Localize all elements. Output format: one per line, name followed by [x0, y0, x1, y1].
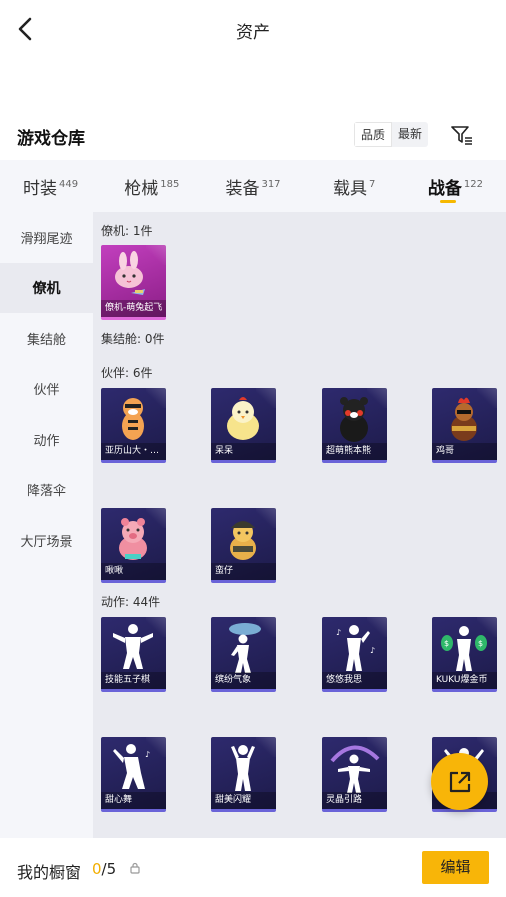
group-label-partner: 伙伴: 6件 — [101, 366, 153, 380]
tab-combat-gear[interactable]: 战备 122 — [405, 160, 506, 212]
sidebar-item-emote[interactable]: 动作 — [0, 414, 93, 465]
pig-figure-icon — [119, 518, 147, 560]
bunny-figure-icon — [115, 251, 145, 295]
filter-button[interactable] — [448, 122, 476, 148]
item-card[interactable]: 僚机-萌兔起飞 — [101, 245, 166, 320]
svg-text:$: $ — [444, 639, 449, 648]
sort-toggle: 品质 最新 — [354, 122, 429, 147]
sort-newest-button[interactable]: 最新 — [392, 122, 428, 147]
share-icon — [449, 771, 470, 792]
sidebar-item-capsule[interactable]: 集结舱 — [0, 313, 93, 364]
item-card[interactable]: 超萌熊本熊 — [322, 388, 387, 463]
sidebar-item-wingman[interactable]: 僚机 — [0, 262, 93, 313]
showcase-label: 我的橱窗 — [17, 863, 82, 882]
item-card[interactable]: 呆呆 — [211, 388, 276, 463]
svg-text:♪: ♪ — [145, 750, 150, 759]
sort-quality-button[interactable]: 品质 — [354, 122, 393, 147]
svg-text:♪: ♪ — [336, 628, 341, 637]
page-title: 资产 — [236, 23, 270, 43]
item-name: 悠悠我思 — [322, 672, 387, 689]
group-label-capsule: 集结舱: 0件 — [101, 332, 165, 346]
item-card[interactable]: 蛮仔 — [211, 508, 276, 583]
group-label-emote: 动作: 44件 — [101, 595, 161, 609]
bottom-bar: 我的橱窗 0/5 编辑 — [0, 838, 506, 897]
sidebar: 滑翔尾迹 僚机 集结舱 伙伴 动作 降落伞 大厅场景 — [0, 212, 93, 838]
group-label-wingman: 僚机: 1件 — [101, 224, 153, 238]
tab-count: 449 — [59, 179, 79, 190]
item-content: 僚机: 1件 僚机-萌兔起飞 集结舱: 0件 伙伴: 6件 亚历山大・赵... … — [93, 212, 506, 838]
edit-button[interactable]: 编辑 — [422, 851, 489, 884]
tab-count: 122 — [463, 179, 483, 190]
item-card[interactable]: 亚历山大・赵... — [101, 388, 166, 463]
item-card[interactable]: 鸡哥 — [432, 388, 497, 463]
crystal-guide-icon — [330, 745, 380, 793]
item-name: 啾啾 — [101, 563, 166, 580]
filter-icon — [451, 126, 472, 145]
item-name: 呆呆 — [211, 443, 276, 460]
showcase-count: 0/5 — [92, 860, 116, 878]
item-name: 蛮仔 — [211, 563, 276, 580]
share-button[interactable] — [431, 753, 488, 810]
active-tab-indicator — [440, 200, 457, 203]
category-tabs: 时装 449 枪械 185 装备 317 载具 7 战备 122 — [0, 160, 506, 212]
item-name: 技能五子棋 — [101, 672, 166, 689]
item-name: 僚机-萌兔起飞 — [101, 300, 166, 317]
weather-pose-icon — [229, 623, 261, 673]
section-title: 游戏仓库 — [17, 129, 85, 149]
item-name: 甜心舞 — [101, 792, 166, 809]
item-name: 灵晶引路 — [322, 792, 387, 809]
rooster-figure-icon — [451, 397, 477, 441]
thinking-pose-icon: ♪ ♪ — [336, 625, 375, 671]
svg-text:♪: ♪ — [370, 646, 375, 655]
item-card[interactable]: 技能五子棋 — [101, 617, 166, 692]
soldier-chick-figure-icon — [230, 521, 256, 560]
tab-label: 战备 — [427, 179, 462, 199]
app-screen: 资产 游戏仓库 品质 最新 时装 449 枪械 185 装备 317 载具 7 战备 12… — [0, 0, 506, 897]
item-name: 缤纷气象 — [211, 672, 276, 689]
showcase-count-current: 0 — [92, 860, 102, 878]
sweetheart-dance-icon: ♪ — [113, 744, 150, 789]
tiger-figure-icon — [122, 398, 144, 440]
section-header: 游戏仓库 品质 最新 — [0, 118, 506, 154]
sidebar-item-glide-trail[interactable]: 滑翔尾迹 — [0, 212, 93, 263]
sidebar-item-parachute[interactable]: 降落伞 — [0, 465, 93, 516]
item-name: 鸡哥 — [432, 443, 497, 460]
tab-firearms[interactable]: 枪械 185 — [101, 160, 202, 212]
sidebar-item-lobby-scene[interactable]: 大厅场景 — [0, 515, 93, 566]
tab-label: 载具 — [333, 179, 368, 199]
svg-text:$: $ — [478, 639, 483, 648]
item-card[interactable]: $ $ KUKU爆金币 — [432, 617, 497, 692]
item-card[interactable]: 甜美闪耀 — [211, 737, 276, 812]
item-name: 甜美闪耀 — [211, 792, 276, 809]
tab-fashion[interactable]: 时装 449 — [0, 160, 101, 212]
tab-count: 7 — [369, 179, 376, 190]
item-name: 亚历山大・赵... — [101, 443, 166, 460]
item-card[interactable]: 啾啾 — [101, 508, 166, 583]
item-name: KUKU爆金币 — [432, 672, 497, 689]
item-card[interactable]: ♪ 甜心舞 — [101, 737, 166, 812]
lock-icon — [130, 862, 140, 874]
dance-pose-icon — [113, 624, 153, 669]
item-card[interactable]: ♪ ♪ 悠悠我思 — [322, 617, 387, 692]
tab-label: 时装 — [23, 179, 58, 199]
item-card[interactable]: 灵晶引路 — [322, 737, 387, 812]
tab-equipment[interactable]: 装备 317 — [202, 160, 303, 212]
bear-figure-icon — [340, 397, 368, 442]
item-card[interactable]: 缤纷气象 — [211, 617, 276, 692]
tab-label: 装备 — [225, 179, 260, 199]
tab-label: 枪械 — [124, 179, 159, 199]
money-pose-icon: $ $ — [441, 626, 487, 671]
chick-figure-icon — [227, 397, 259, 440]
item-name: 超萌熊本熊 — [322, 443, 387, 460]
sparkle-pose-icon — [231, 745, 255, 791]
tab-count: 185 — [160, 179, 180, 190]
tab-count: 317 — [261, 179, 281, 190]
top-bar: 资产 — [0, 0, 506, 60]
tab-vehicles[interactable]: 载具 7 — [304, 160, 405, 212]
sidebar-item-partner[interactable]: 伙伴 — [0, 364, 93, 415]
showcase-count-total: /5 — [101, 860, 117, 878]
